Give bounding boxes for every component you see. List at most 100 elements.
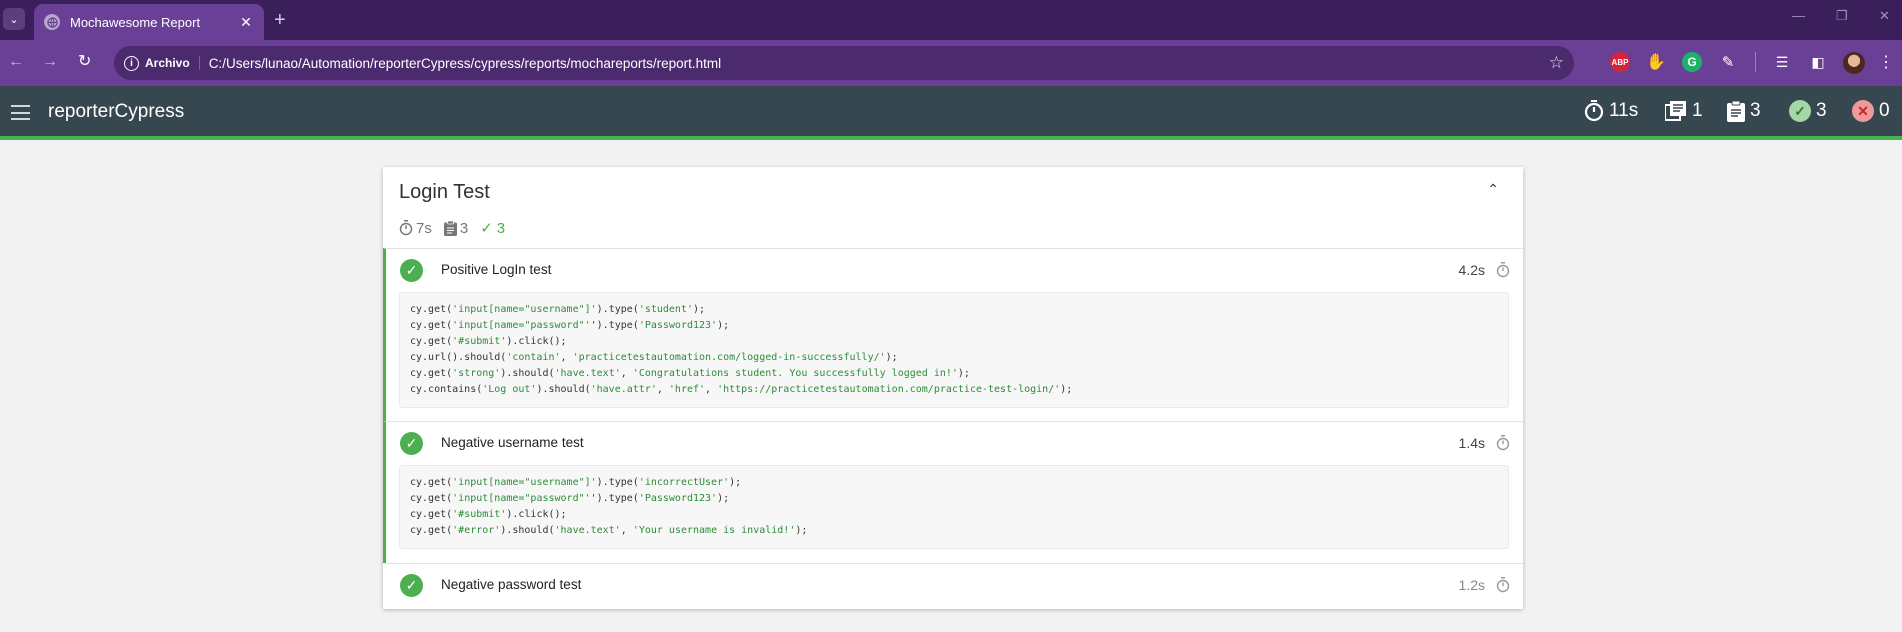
code-string: 'Congratulations student. You successful… <box>632 368 958 379</box>
info-icon[interactable]: i <box>124 55 139 71</box>
test-item[interactable]: ✓ Negative username test 1.4s cy.get('in… <box>383 421 1523 563</box>
timer-icon <box>1496 262 1510 278</box>
code-string: 'Your username is invalid!' <box>632 525 796 536</box>
code-token: ); <box>693 304 706 315</box>
report-title: reporterCypress <box>48 101 185 122</box>
code-string: '#submit' <box>452 336 507 347</box>
code-line: cy.get('#submit').click(); <box>410 334 1498 350</box>
code-token: ); <box>1060 384 1073 395</box>
extensions-puzzle-icon[interactable]: ✎ <box>1718 52 1738 72</box>
test-title: Negative password test <box>441 577 582 592</box>
menu-icon[interactable] <box>11 105 30 120</box>
code-token: , <box>705 384 718 395</box>
code-token: ).should( <box>536 384 591 395</box>
code-token: , <box>620 525 633 536</box>
side-panel-icon[interactable]: ◧ <box>1808 52 1828 72</box>
code-line: cy.get('input[name="password"'').type('P… <box>410 318 1498 334</box>
code-token: , <box>656 384 669 395</box>
test-duration: 1.4s <box>1458 435 1485 451</box>
test-duration: 4.2s <box>1458 262 1485 278</box>
browser-menu-icon[interactable]: ⋮ <box>1876 52 1896 72</box>
profile-avatar[interactable] <box>1843 52 1865 74</box>
close-window-icon[interactable]: ✕ <box>1879 8 1890 24</box>
url-text[interactable]: C:/Users/lunao/Automation/reporterCypres… <box>209 56 1549 71</box>
failed-stat[interactable]: ✕ 0 <box>1852 100 1890 122</box>
duration-value: 11s <box>1609 100 1639 121</box>
code-line: cy.get('input[name="username"]').type('s… <box>410 302 1498 318</box>
code-token: ).type( <box>596 477 639 488</box>
check-icon: ✓ <box>1789 100 1811 122</box>
restore-icon[interactable]: ❐ <box>1836 8 1848 24</box>
code-token: , <box>620 368 633 379</box>
browser-tab[interactable]: Mochawesome Report ✕ <box>34 4 264 40</box>
code-token: cy.get( <box>410 493 453 504</box>
code-string: 'student' <box>638 304 693 315</box>
test-title: Positive LogIn test <box>441 262 552 277</box>
code-line: cy.get('#error').should('have.text', 'Yo… <box>410 523 1498 539</box>
check-circle-icon: ✓ <box>400 574 423 597</box>
timer-icon <box>1584 100 1604 122</box>
passed-stat[interactable]: ✓ 3 <box>1789 100 1827 122</box>
code-line: cy.get('strong').should('have.text', 'Co… <box>410 366 1498 382</box>
code-string: 'have.text' <box>554 368 621 379</box>
test-header[interactable]: ✓ Negative username test 1.4s <box>386 422 1523 465</box>
test-duration: 1.2s <box>1458 577 1485 593</box>
minimize-icon[interactable]: — <box>1792 8 1805 23</box>
timer-icon <box>1496 577 1510 593</box>
code-string: 'Log out' <box>482 384 537 395</box>
tab-title: Mochawesome Report <box>70 14 201 30</box>
tests-value: 3 <box>1750 100 1761 121</box>
code-token: ).type( <box>596 304 639 315</box>
new-tab-button[interactable]: + <box>274 8 286 32</box>
hand-extension-icon[interactable]: ✋ <box>1646 52 1666 72</box>
code-token: cy.get( <box>410 368 453 379</box>
code-line: cy.get('#submit').click(); <box>410 507 1498 523</box>
code-string: '#submit' <box>452 509 507 520</box>
code-string: 'strong' <box>452 368 501 379</box>
test-item[interactable]: ✓ Positive LogIn test 4.2s cy.get('input… <box>383 248 1523 421</box>
code-token: , <box>560 352 573 363</box>
check-circle-icon: ✓ <box>400 432 423 455</box>
clipboard-icon <box>1727 100 1745 122</box>
bookmark-star-icon[interactable]: ☆ <box>1549 53 1564 73</box>
code-line: cy.url().should('contain', 'practicetest… <box>410 350 1498 366</box>
code-token: ); <box>885 352 898 363</box>
test-header[interactable]: ✓ Negative password test 1.2s <box>386 564 1523 607</box>
code-token: cy.get( <box>410 477 453 488</box>
address-bar[interactable]: i Archivo C:/Users/lunao/Automation/repo… <box>114 46 1574 80</box>
tab-search-button[interactable]: ⌄ <box>3 8 25 30</box>
chevron-up-icon[interactable]: ⌃ <box>1487 181 1499 198</box>
file-chip: Archivo <box>145 56 200 70</box>
suite-tests: 3 <box>459 219 469 237</box>
globe-icon <box>44 14 60 30</box>
test-item[interactable]: ✓ Negative password test 1.2s <box>383 563 1523 609</box>
code-string: 'practicetestautomation.com/logged-in-su… <box>572 352 886 363</box>
close-icon[interactable]: ✕ <box>238 14 254 31</box>
reload-icon[interactable]: ↻ <box>78 52 91 72</box>
code-string: 'href' <box>668 384 706 395</box>
code-token: ).should( <box>500 525 555 536</box>
suite-card: Login Test ⌃ 7s 3 ✓ 3 ✓ Positive LogIn t… <box>383 167 1523 609</box>
code-token: ); <box>717 320 730 331</box>
adblock-extension-icon[interactable]: ABP <box>1610 52 1630 72</box>
clipboard-icon <box>443 220 457 236</box>
suite-passed: 3 <box>496 219 506 237</box>
code-token: ); <box>729 477 742 488</box>
code-string: 'have.text' <box>554 525 621 536</box>
browser-toolbar: ← → ↻ i Archivo C:/Users/lunao/Automatio… <box>0 40 1902 86</box>
code-token: ').type( <box>590 320 639 331</box>
code-string: 'Password123' <box>638 320 718 331</box>
check-icon: ✓ <box>480 220 493 237</box>
browser-tab-strip: ⌄ Mochawesome Report ✕ + — ❐ ✕ <box>0 0 1902 40</box>
code-token: cy.get( <box>410 336 453 347</box>
code-token: ); <box>717 493 730 504</box>
code-string: 'contain' <box>506 352 561 363</box>
media-control-icon[interactable]: ☰ <box>1772 52 1792 72</box>
test-header[interactable]: ✓ Positive LogIn test 4.2s <box>386 249 1523 292</box>
forward-arrow-icon[interactable]: → <box>42 52 58 72</box>
back-arrow-icon[interactable]: ← <box>8 52 24 72</box>
grammarly-extension-icon[interactable]: G <box>1682 52 1702 72</box>
code-token: ); <box>957 368 970 379</box>
suite-summary: 7s 3 ✓ 3 <box>399 219 517 237</box>
timer-icon <box>1496 435 1510 451</box>
